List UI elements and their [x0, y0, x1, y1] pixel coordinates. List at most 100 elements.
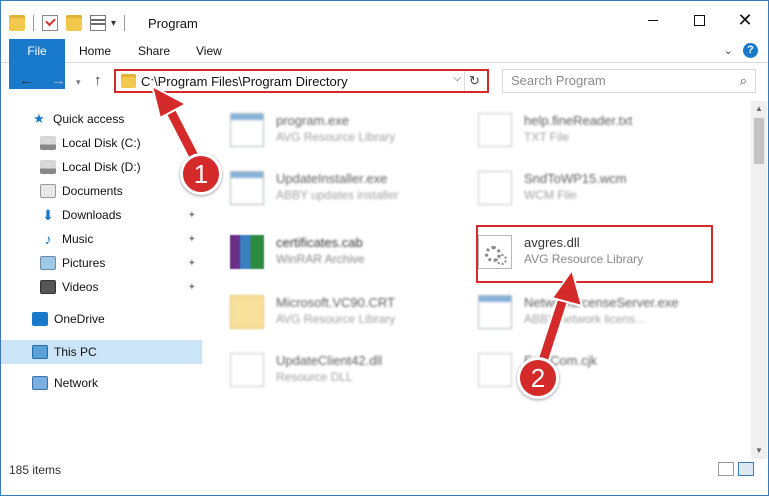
- properties-check-icon[interactable]: [42, 15, 58, 31]
- help-icon[interactable]: ?: [743, 43, 758, 58]
- search-icon[interactable]: ⌕: [740, 70, 747, 92]
- ribbon-controls: ⌄ ?: [724, 43, 758, 58]
- file-name: program.exe: [276, 113, 349, 128]
- tab-home[interactable]: Home: [79, 39, 111, 63]
- executable-icon: [478, 295, 512, 329]
- sidebar-item-onedrive[interactable]: OneDrive: [1, 308, 202, 330]
- close-button[interactable]: ✕: [722, 1, 768, 39]
- divider: [33, 15, 34, 31]
- file-item[interactable]: UpdateClient42.dll Resource DLL: [216, 345, 466, 395]
- view-toggle: [718, 462, 754, 476]
- scroll-up-icon[interactable]: ▲: [751, 101, 767, 117]
- file-item[interactable]: program.exe AVG Resource Library: [216, 105, 466, 155]
- refresh-icon[interactable]: ↻: [464, 71, 484, 91]
- file-name: NetworkLicenseServer.exe: [524, 295, 679, 310]
- new-folder-icon[interactable]: [66, 15, 82, 31]
- file-name: help.fineReader.txt: [524, 113, 633, 128]
- sidebar-item-label: Downloads: [62, 208, 122, 222]
- file-name: Microsoft.VC90.CRT: [276, 295, 395, 310]
- scroll-down-icon[interactable]: ▼: [751, 443, 767, 459]
- title-bar: ▾ Program ✕: [1, 1, 768, 39]
- window-controls: ✕: [630, 1, 768, 39]
- file-type: Resource DLL: [276, 370, 353, 384]
- item-count: 185 items: [9, 463, 62, 477]
- sidebar-item-label: OneDrive: [54, 312, 105, 326]
- minimize-button[interactable]: [630, 1, 676, 39]
- properties-icon[interactable]: [90, 15, 106, 31]
- recent-locations-icon[interactable]: ▾: [76, 77, 81, 88]
- chevron-down-icon[interactable]: ▾: [111, 18, 116, 29]
- sidebar-item-local-disk-d[interactable]: Local Disk (D:): [1, 156, 202, 178]
- sidebar-item-videos[interactable]: Videos ✦: [1, 276, 202, 298]
- sidebar-item-label: Network: [54, 376, 99, 390]
- callout-badge-2: 2: [517, 357, 559, 399]
- file-type: ABBY updates installer: [276, 188, 399, 202]
- scroll-thumb[interactable]: [754, 118, 764, 164]
- chevron-down-icon[interactable]: ⌵: [453, 73, 461, 84]
- sidebar-item-network[interactable]: Network: [1, 372, 202, 394]
- sidebar-item-local-disk-c[interactable]: Local Disk (C:) ✦: [1, 132, 202, 154]
- divider: [124, 15, 126, 31]
- vertical-scrollbar[interactable]: ▲ ▼: [751, 101, 767, 459]
- generic-file-icon: [478, 171, 512, 205]
- pin-icon[interactable]: ✦: [188, 282, 196, 293]
- up-arrow-icon[interactable]: ↑: [94, 72, 102, 89]
- large-icons-view-icon[interactable]: [738, 462, 754, 476]
- address-path[interactable]: C:\Program Files\Program Directory: [141, 74, 348, 89]
- generic-file-icon: [478, 353, 512, 387]
- file-item[interactable]: Microsoft.VC90.CRT AVG Resource Library: [216, 287, 466, 337]
- file-item[interactable]: certificates.cab WinRAR Archive: [216, 227, 466, 277]
- sidebar-item-label: This PC: [54, 345, 97, 359]
- cloud-icon: [32, 312, 48, 326]
- file-item[interactable]: FontCom.cjk File: [464, 345, 714, 395]
- sidebar-item-pictures[interactable]: Pictures ✦: [1, 252, 202, 274]
- file-name: SndToWP15.wcm: [524, 171, 627, 186]
- pin-icon[interactable]: ✦: [188, 234, 196, 245]
- search-input[interactable]: Search Program ⌕: [502, 69, 756, 93]
- download-arrow-icon: ⬇: [42, 206, 54, 223]
- navigation-bar: ← → ▾ ↑ C:\Program Files\Program Directo…: [1, 64, 768, 100]
- file-item[interactable]: SndToWP15.wcm WCM File: [464, 163, 714, 213]
- file-name: UpdateInstaller.exe: [276, 171, 388, 186]
- status-bar: 185 items: [1, 459, 768, 481]
- expand-ribbon-icon[interactable]: ⌄: [724, 44, 733, 57]
- address-bar[interactable]: C:\Program Files\Program Directory ⌵ ↻: [114, 69, 489, 93]
- search-placeholder: Search Program: [511, 73, 606, 88]
- file-name: certificates.cab: [276, 235, 363, 250]
- sidebar-item-label: Local Disk (D:): [62, 160, 141, 174]
- forward-arrow-icon[interactable]: →: [51, 72, 66, 89]
- file-type: WCM File: [524, 188, 577, 202]
- pin-icon[interactable]: ✦: [188, 138, 196, 149]
- tab-view[interactable]: View: [196, 39, 222, 63]
- sidebar-item-music[interactable]: ♪ Music ✦: [1, 228, 202, 250]
- window-title: Program: [148, 16, 198, 31]
- folder-icon: [121, 74, 136, 88]
- file-item[interactable]: UpdateInstaller.exe ABBY updates install…: [216, 163, 466, 213]
- pin-icon[interactable]: ✦: [188, 210, 196, 221]
- details-view-icon[interactable]: [718, 462, 734, 476]
- highlight-box-avgres: [476, 225, 713, 283]
- music-note-icon: ♪: [44, 231, 52, 247]
- quick-access-toolbar: ▾: [9, 13, 131, 33]
- file-item[interactable]: NetworkLicenseServer.exe ABBY network li…: [464, 287, 714, 337]
- folder-icon: [9, 15, 25, 31]
- maximize-button[interactable]: [676, 1, 722, 39]
- file-item[interactable]: help.fineReader.txt TXT File: [464, 105, 714, 155]
- sidebar-item-this-pc[interactable]: This PC: [1, 340, 202, 364]
- back-arrow-icon[interactable]: ←: [19, 72, 34, 89]
- sidebar-item-label: Quick access: [53, 112, 125, 126]
- star-icon: ★: [33, 111, 45, 126]
- pin-icon[interactable]: ✦: [188, 258, 196, 269]
- sidebar-item-label: Music: [62, 232, 94, 246]
- installer-icon: [230, 171, 264, 205]
- file-type: ABBY network licens...: [524, 312, 646, 326]
- sidebar-item-label: Videos: [62, 280, 99, 294]
- file-name: UpdateClient42.dll: [276, 353, 383, 368]
- sidebar-item-documents[interactable]: Documents: [1, 180, 202, 202]
- navigation-pane: ★ Quick access Local Disk (C:) ✦ Local D…: [1, 105, 202, 457]
- tab-share[interactable]: Share: [138, 39, 170, 63]
- callout-badge-1: 1: [180, 153, 222, 195]
- file-type: AVG Resource Library: [276, 130, 396, 144]
- sidebar-item-downloads[interactable]: ⬇ Downloads ✦: [1, 204, 202, 226]
- sidebar-item-quick-access[interactable]: ★ Quick access: [1, 108, 202, 130]
